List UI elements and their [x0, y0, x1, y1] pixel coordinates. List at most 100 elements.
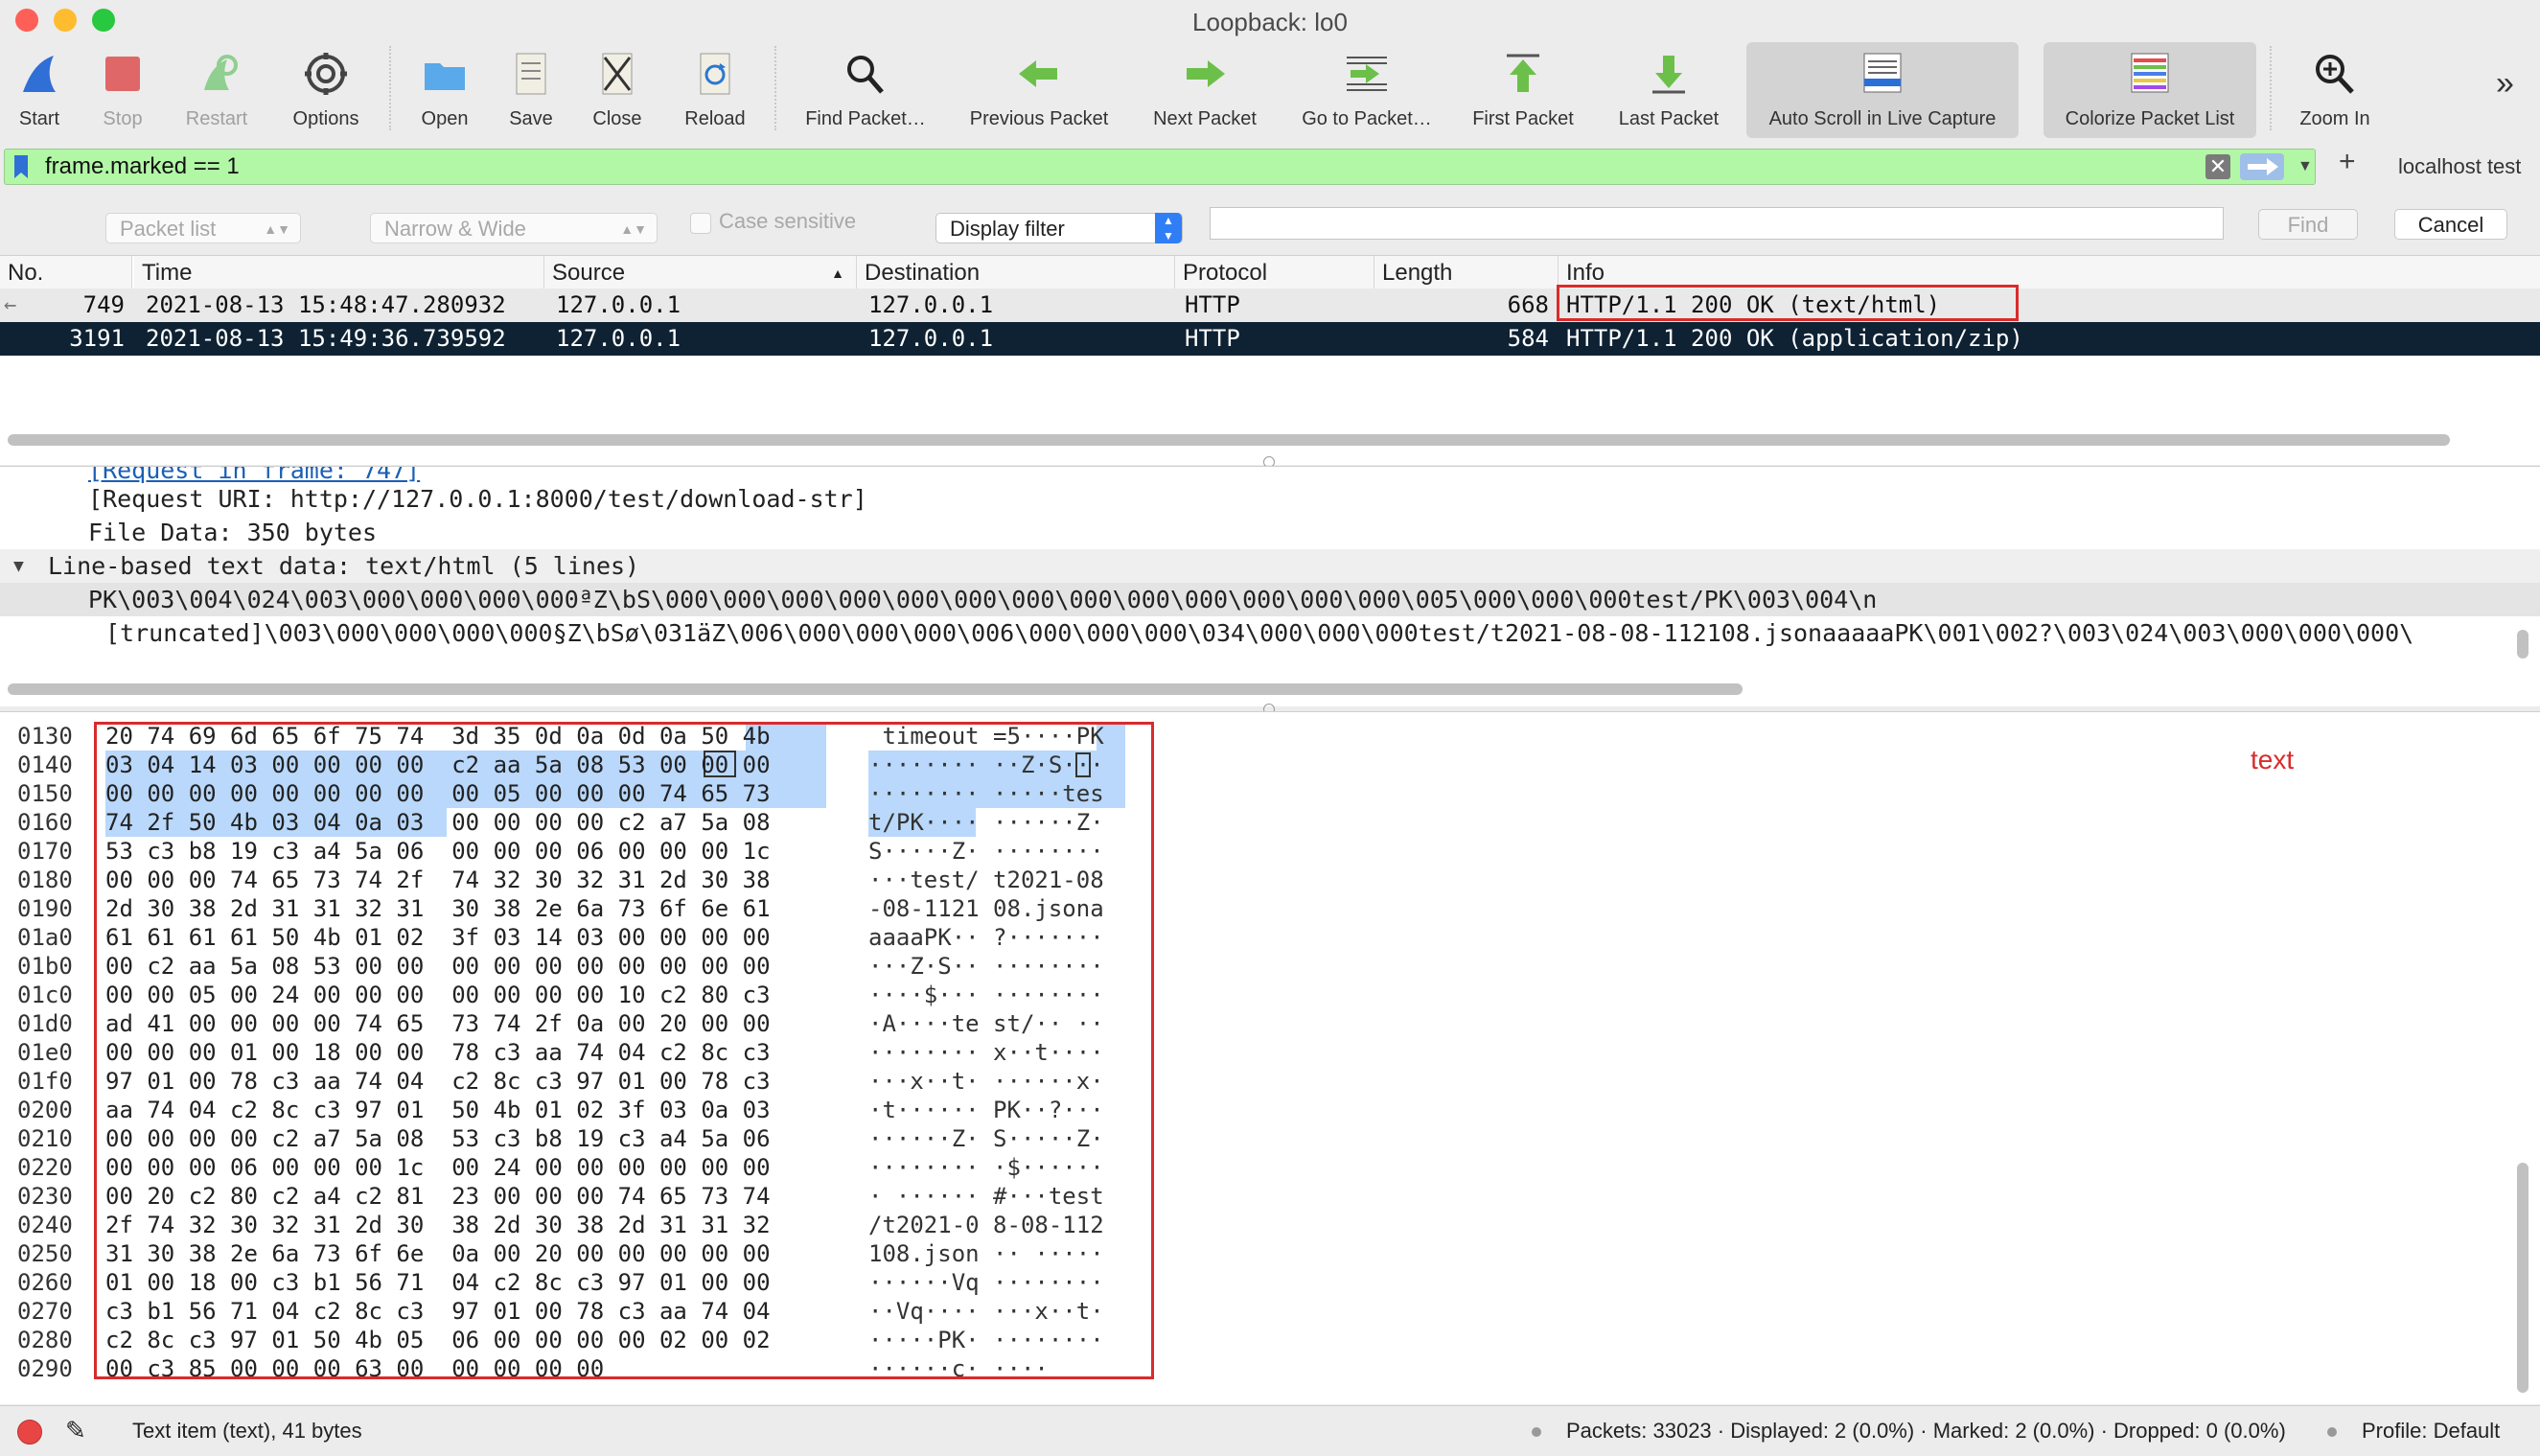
display-filter-input[interactable]: frame.marked == 1 ✕ ▼	[4, 149, 2316, 185]
arrow-down-icon	[1652, 56, 1685, 94]
updown-chevron-icon: ▲▼	[264, 221, 290, 237]
detail-line[interactable]: [Request URI: http://127.0.0.1:8000/test…	[88, 482, 867, 516]
display-filter-text[interactable]: frame.marked == 1	[45, 150, 240, 184]
restart-icon	[204, 55, 238, 90]
column-header-source[interactable]: Source ▲	[544, 256, 857, 289]
updown-chevron-icon: ▲▼	[620, 221, 647, 237]
stop-capture-button[interactable]: Stop	[84, 42, 161, 138]
toolbar-overflow-icon[interactable]: »	[2496, 65, 2514, 103]
reload-icon	[700, 53, 730, 95]
open-file-button[interactable]: Open	[406, 42, 483, 138]
packet-list-horizontal-scrollbar[interactable]	[8, 434, 2450, 446]
byte-offset: 0130	[17, 723, 73, 750]
go-to-packet-button[interactable]: Go to Packet…	[1290, 42, 1443, 138]
display-filter-bar: frame.marked == 1 ✕ ▼ + localhost test	[0, 144, 2540, 190]
detail-line[interactable]: [truncated]\003\000\000\000\000§Z\bSø\03…	[105, 616, 2413, 650]
byte-offset: 0190	[17, 895, 73, 922]
details-horizontal-scrollbar[interactable]	[8, 683, 1743, 695]
column-header-time[interactable]: Time	[134, 256, 544, 289]
toolbar-separator	[774, 46, 776, 130]
previous-packet-button[interactable]: Previous Packet	[955, 42, 1123, 138]
capture-options-button[interactable]: Options	[280, 42, 372, 138]
details-vertical-scrollbar[interactable]	[2517, 630, 2528, 659]
find-packet-bar: Packet list ▲▼ Narrow & Wide ▲▼ Case sensi…	[0, 192, 2540, 255]
byte-offset: 0250	[17, 1240, 73, 1267]
byte-offset: 0280	[17, 1327, 73, 1353]
character-width-select[interactable]: Narrow & Wide ▲▼	[370, 213, 658, 243]
reload-file-button[interactable]: Reload	[671, 42, 759, 138]
filter-history-dropdown-icon[interactable]: ▼	[2298, 150, 2313, 184]
status-separator-dot	[1532, 1427, 1541, 1437]
profile-indicator[interactable]: Profile: Default	[2362, 1406, 2500, 1456]
byte-offset: 01c0	[17, 982, 73, 1008]
byte-offset: 0290	[17, 1355, 73, 1382]
byte-offset: 0230	[17, 1183, 73, 1210]
first-packet-button[interactable]: First Packet	[1453, 42, 1593, 138]
filter-button-localhost-test[interactable]: localhost test	[2398, 144, 2521, 190]
arrow-right-icon	[1187, 60, 1225, 87]
status-text: Text item (text), 41 bytes	[132, 1419, 362, 1443]
byte-offset: 01a0	[17, 924, 73, 951]
close-file-button[interactable]: Close	[579, 42, 656, 138]
byte-offset: 0200	[17, 1097, 73, 1123]
zoom-in-button[interactable]: Zoom In	[2285, 42, 2385, 138]
expert-info-icon[interactable]	[17, 1420, 42, 1444]
detail-line[interactable]: File Data: 350 bytes	[88, 516, 377, 549]
byte-offset: 01b0	[17, 953, 73, 980]
cancel-find-button[interactable]: Cancel	[2394, 209, 2507, 240]
clear-filter-icon[interactable]: ✕	[2205, 154, 2230, 179]
zoom-in-icon	[2316, 55, 2354, 94]
restart-capture-button[interactable]: Restart	[171, 42, 263, 138]
byte-offset: 0240	[17, 1212, 73, 1238]
case-sensitive-label: Case sensitive	[719, 209, 857, 233]
detail-line[interactable]: PK\003\004\024\003\000\000\000\000ªZ\bS\…	[88, 583, 1877, 616]
column-header-protocol[interactable]: Protocol	[1175, 256, 1374, 289]
byte-offset: 0150	[17, 780, 73, 807]
bookmark-icon[interactable]	[12, 153, 30, 180]
colorize-packet-list-button[interactable]: Colorize Packet List	[2044, 42, 2256, 138]
bytes-vertical-scrollbar[interactable]	[2517, 1163, 2528, 1393]
byte-offset: 0140	[17, 751, 73, 778]
search-in-select[interactable]: Packet list ▲▼	[105, 213, 301, 243]
stop-icon	[105, 57, 140, 91]
column-header-destination[interactable]: Destination	[857, 256, 1175, 289]
packet-list-pane: No. Time Source ▲ Destination Protocol Le…	[0, 255, 2540, 465]
byte-offset: 0220	[17, 1154, 73, 1181]
column-header-no[interactable]: No.	[0, 256, 132, 289]
edit-comment-icon[interactable]: ✎	[65, 1416, 86, 1445]
packet-bytes-pane: 0130 20 74 69 6d 65 6f 75 74 3d 35 0d 0a …	[0, 711, 2540, 1404]
byte-offset: 01e0	[17, 1039, 73, 1066]
byte-offset: 01f0	[17, 1068, 73, 1095]
shark-fin-icon	[23, 56, 56, 92]
byte-offset: 01d0	[17, 1010, 73, 1037]
annotation-highlight-box	[94, 722, 1154, 1379]
apply-filter-button[interactable]	[2240, 153, 2284, 180]
arrow-left-icon	[1019, 60, 1057, 87]
start-capture-button[interactable]: Start	[0, 42, 79, 138]
auto-scroll-button[interactable]: Auto Scroll in Live Capture	[1746, 42, 2019, 138]
save-file-button[interactable]: Save	[493, 42, 569, 138]
close-document-icon	[602, 53, 633, 95]
add-filter-button[interactable]: +	[2339, 146, 2356, 178]
last-packet-button[interactable]: Last Packet	[1601, 42, 1737, 138]
packet-row[interactable]: ← 749 2021-08-13 15:48:47.280932 127.0.0…	[0, 289, 2540, 322]
find-text-input[interactable]	[1210, 207, 2224, 240]
find-button[interactable]: Find	[2258, 209, 2358, 240]
case-sensitive-checkbox[interactable]	[690, 213, 711, 234]
detail-line-text-data[interactable]: Line-based text data: text/html (5 lines…	[48, 549, 639, 583]
search-type-select[interactable]: Display filter ▲ ▼	[935, 213, 1183, 243]
byte-offset: 0210	[17, 1125, 73, 1152]
status-separator-dot	[2327, 1427, 2337, 1437]
toolbar-separator	[389, 46, 391, 130]
disclosure-triangle-icon[interactable]: ▼	[13, 549, 24, 583]
toolbar-separator	[2270, 46, 2272, 130]
next-packet-button[interactable]: Next Packet	[1137, 42, 1273, 138]
magnifier-icon	[847, 56, 884, 94]
folder-icon	[425, 63, 465, 90]
updown-chevron-icon: ▲▼	[1155, 213, 1182, 243]
find-packet-button[interactable]: Find Packet…	[796, 42, 935, 138]
column-header-info[interactable]: Info	[1559, 256, 2540, 289]
column-header-length[interactable]: Length	[1374, 256, 1559, 289]
packet-row-selected[interactable]: 3191 2021-08-13 15:49:36.739592 127.0.0.…	[0, 322, 2540, 356]
packet-counts: Packets: 33023 · Displayed: 2 (0.0%) · M…	[1566, 1419, 2286, 1443]
